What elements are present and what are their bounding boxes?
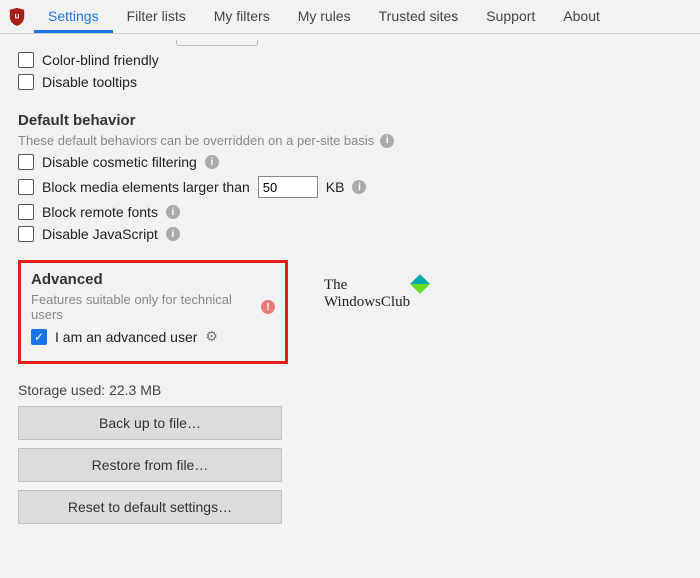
label-block-fonts: Block remote fonts bbox=[42, 204, 158, 220]
reset-defaults-button[interactable]: Reset to default settings… bbox=[18, 490, 282, 524]
warn-icon[interactable]: ! bbox=[261, 300, 275, 314]
tab-support[interactable]: Support bbox=[472, 0, 549, 33]
option-color-blind: Color-blind friendly bbox=[18, 52, 682, 68]
section-sub-advanced: Features suitable only for technical use… bbox=[31, 292, 275, 322]
option-block-fonts: Block remote fonts i bbox=[18, 204, 682, 220]
section-sub-advanced-text: Features suitable only for technical use… bbox=[31, 292, 255, 322]
partial-field-fragment bbox=[176, 40, 258, 46]
storage-used: Storage used: 22.3 MB bbox=[18, 382, 682, 398]
info-icon[interactable]: i bbox=[166, 205, 180, 219]
media-size-input[interactable] bbox=[258, 176, 318, 198]
advanced-highlight-box: Advanced Features suitable only for tech… bbox=[18, 260, 288, 364]
option-disable-tooltips: Disable tooltips bbox=[18, 74, 682, 90]
info-icon[interactable]: i bbox=[205, 155, 219, 169]
tab-settings[interactable]: Settings bbox=[34, 0, 113, 33]
tab-about[interactable]: About bbox=[549, 0, 614, 33]
checkbox-disable-js[interactable] bbox=[18, 226, 34, 242]
tab-filter-lists[interactable]: Filter lists bbox=[113, 0, 200, 33]
svg-text:u: u bbox=[15, 11, 20, 20]
section-sub-text: These default behaviors can be overridde… bbox=[18, 133, 374, 148]
info-icon[interactable]: i bbox=[352, 180, 366, 194]
section-sub-behavior: These default behaviors can be overridde… bbox=[18, 133, 682, 148]
label-cosmetic-filtering: Disable cosmetic filtering bbox=[42, 154, 197, 170]
watermark-line1: The bbox=[324, 277, 347, 293]
backup-button[interactable]: Back up to file… bbox=[18, 406, 282, 440]
storage-value: 22.3 MB bbox=[109, 382, 161, 398]
checkbox-disable-tooltips[interactable] bbox=[18, 74, 34, 90]
option-cosmetic-filtering: Disable cosmetic filtering i bbox=[18, 154, 682, 170]
label-block-media: Block media elements larger than bbox=[42, 179, 250, 195]
info-icon[interactable]: i bbox=[380, 134, 394, 148]
tab-trusted-sites[interactable]: Trusted sites bbox=[365, 0, 473, 33]
tab-my-filters[interactable]: My filters bbox=[200, 0, 284, 33]
section-title-advanced: Advanced bbox=[31, 271, 275, 288]
label-advanced-user: I am an advanced user bbox=[55, 329, 197, 345]
info-icon[interactable]: i bbox=[166, 227, 180, 241]
option-block-media: Block media elements larger than KB i bbox=[18, 176, 682, 198]
label-color-blind: Color-blind friendly bbox=[42, 52, 159, 68]
media-size-unit: KB bbox=[326, 179, 345, 195]
tab-my-rules[interactable]: My rules bbox=[284, 0, 365, 33]
tab-bar: u Settings Filter lists My filters My ru… bbox=[0, 0, 700, 34]
checkbox-advanced-user[interactable] bbox=[31, 329, 47, 345]
checkbox-cosmetic-filtering[interactable] bbox=[18, 154, 34, 170]
label-disable-tooltips: Disable tooltips bbox=[42, 74, 137, 90]
checkbox-block-fonts[interactable] bbox=[18, 204, 34, 220]
option-disable-js: Disable JavaScript i bbox=[18, 226, 682, 242]
checkbox-color-blind[interactable] bbox=[18, 52, 34, 68]
checkbox-block-media[interactable] bbox=[18, 179, 34, 195]
gears-icon[interactable]: ⚙︎ bbox=[205, 328, 218, 345]
restore-button[interactable]: Restore from file… bbox=[18, 448, 282, 482]
section-title-behavior: Default behavior bbox=[18, 112, 682, 129]
option-advanced-user: I am an advanced user ⚙︎ bbox=[31, 328, 275, 345]
ublock-shield-icon: u bbox=[8, 7, 26, 27]
watermark-line2: WindowsClub bbox=[324, 294, 410, 310]
storage-label: Storage used: bbox=[18, 382, 105, 398]
label-disable-js: Disable JavaScript bbox=[42, 226, 158, 242]
windowsclub-logo-icon bbox=[410, 274, 430, 294]
watermark: The WindowsClub bbox=[324, 277, 427, 311]
